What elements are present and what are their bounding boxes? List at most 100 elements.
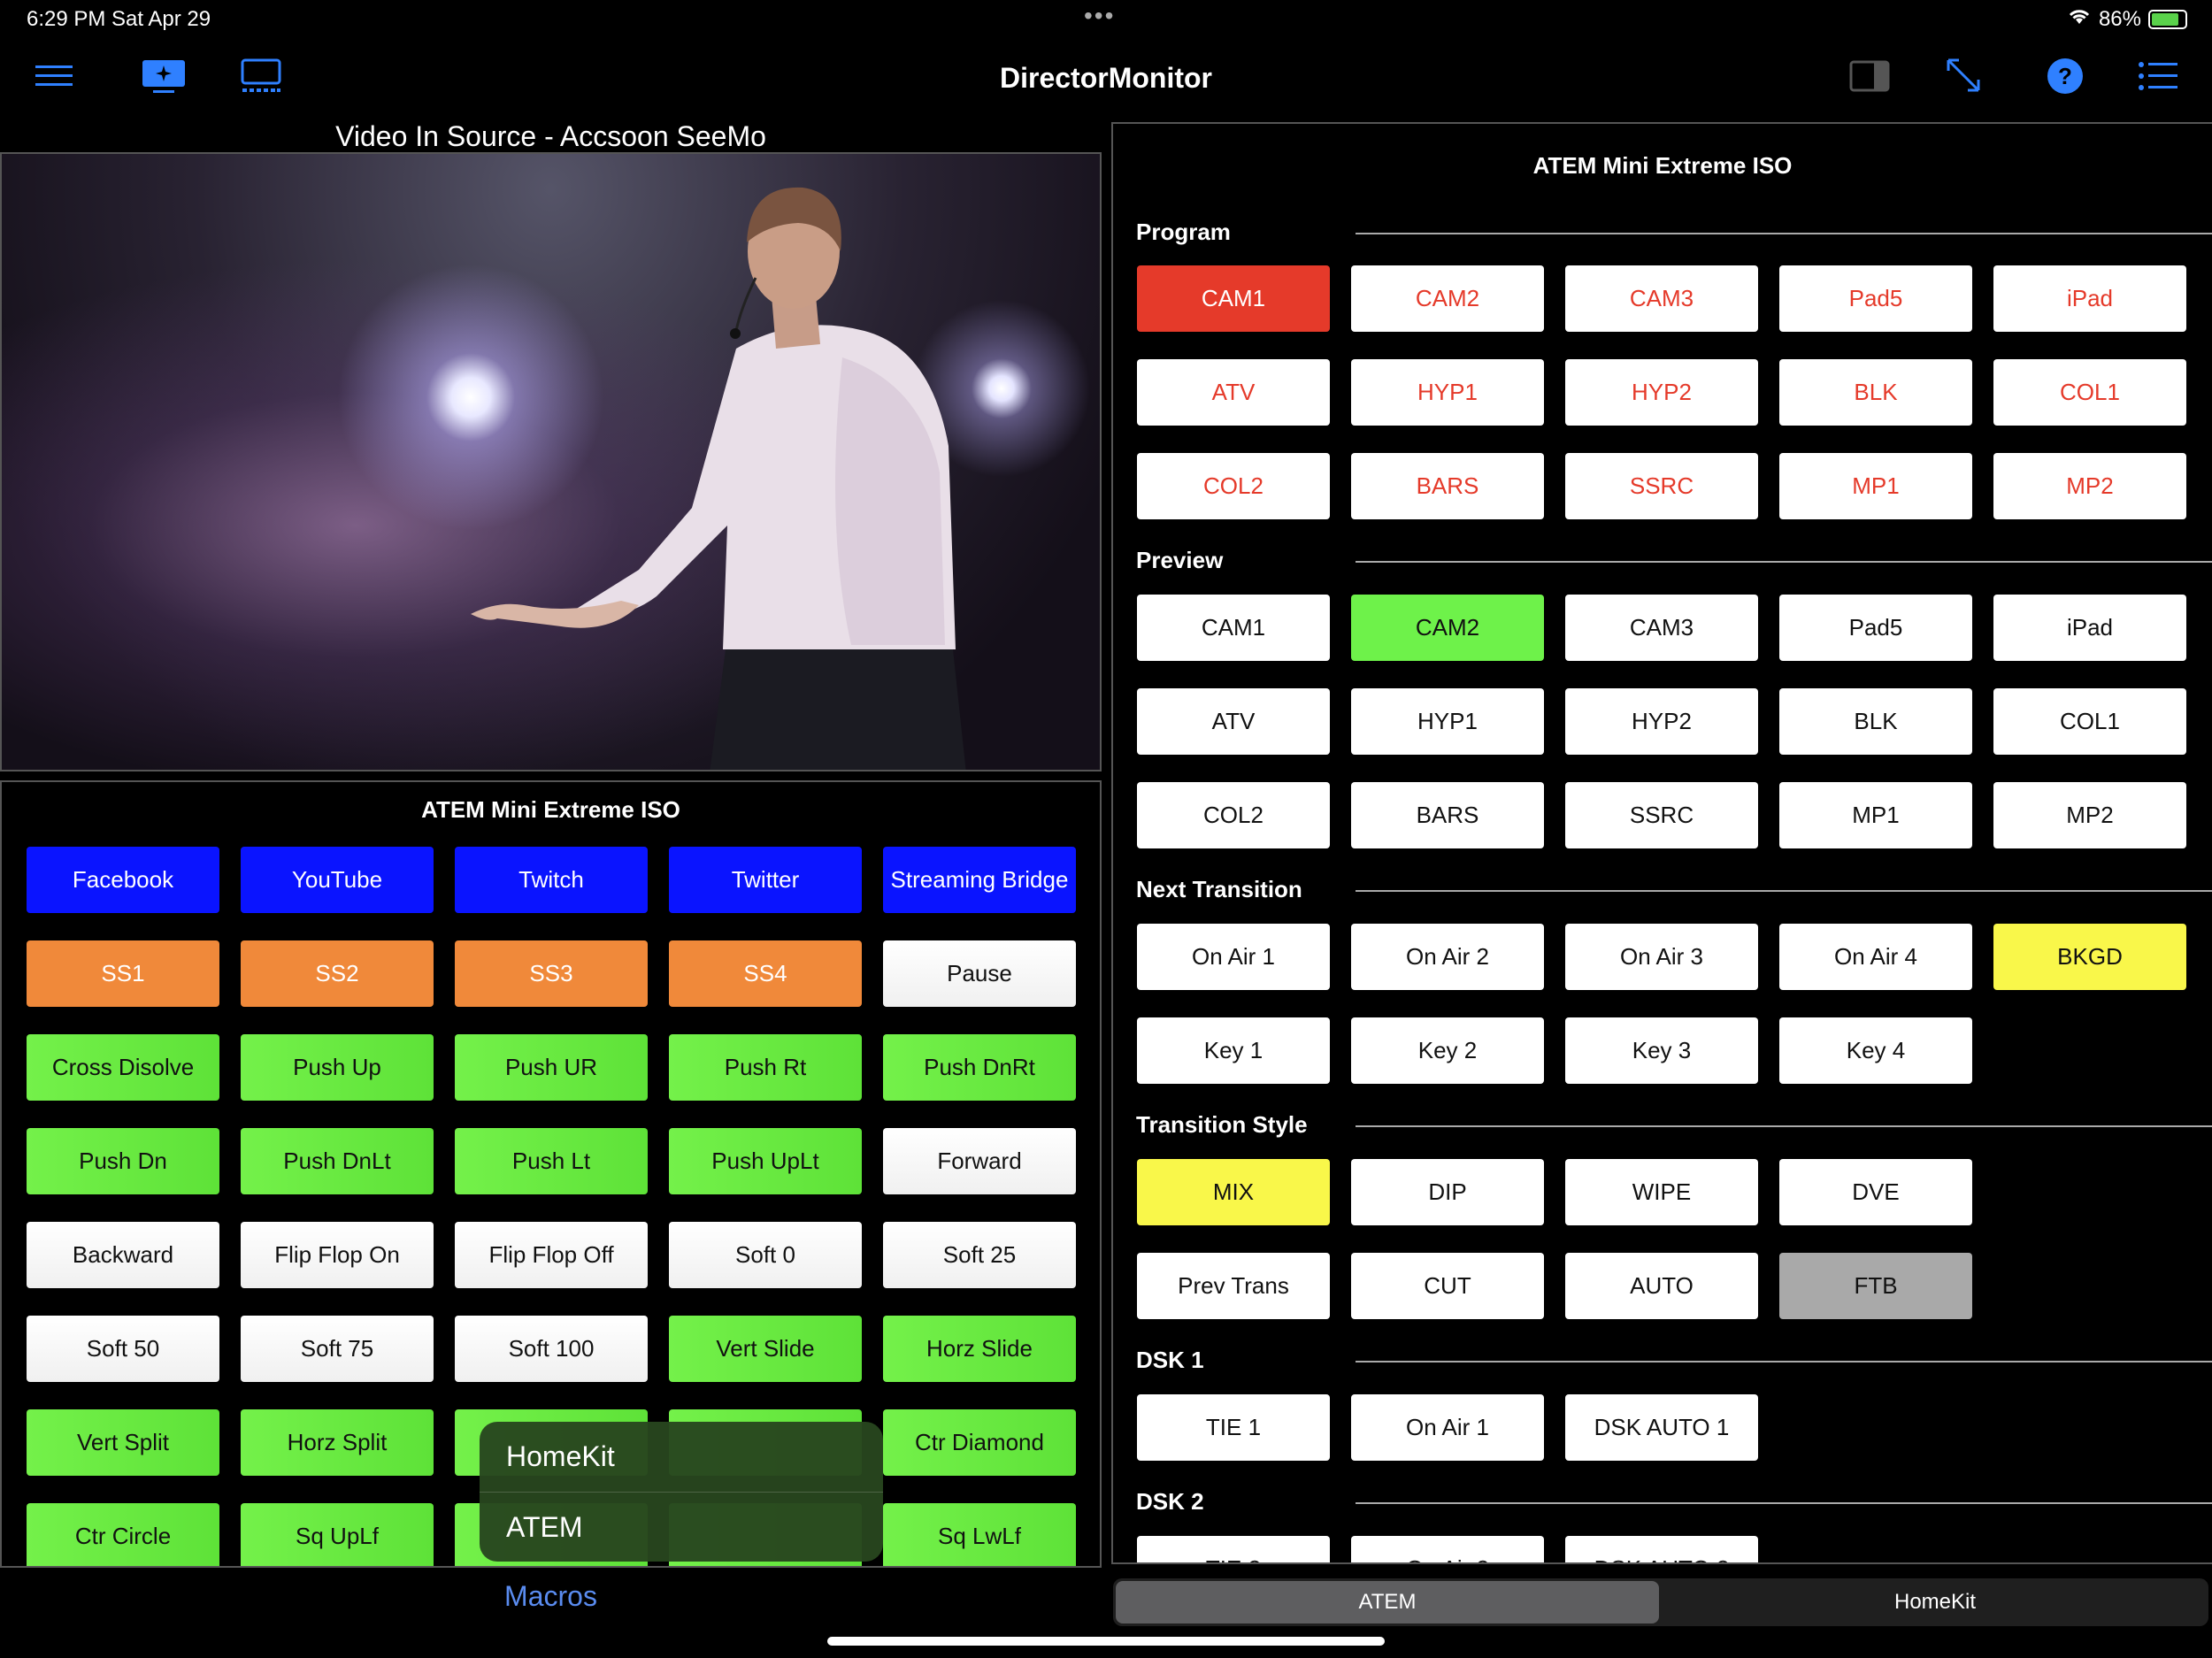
next-transition-button-on-air-3[interactable]: On Air 3 [1565,924,1758,990]
popup-item-atem[interactable]: ATEM [480,1492,883,1562]
macro-button-forward[interactable]: Forward [883,1128,1076,1194]
macro-button-vert-split[interactable]: Vert Split [27,1409,219,1476]
program-button-col2[interactable]: COL2 [1137,453,1330,519]
macro-button-sq-uplf[interactable]: Sq UpLf [241,1503,434,1566]
next-transition-button-key-3[interactable]: Key 3 [1565,1017,1758,1084]
preview-button-cam3[interactable]: CAM3 [1565,595,1758,661]
dsk-2-button-on-air-2[interactable]: On Air 2 [1351,1536,1544,1562]
preview-button-ssrc[interactable]: SSRC [1565,782,1758,848]
home-indicator[interactable] [827,1637,1385,1646]
macro-button-push-lt[interactable]: Push Lt [455,1128,648,1194]
transition-style-button-prev-trans[interactable]: Prev Trans [1137,1253,1330,1319]
macro-button-horz-slide[interactable]: Horz Slide [883,1316,1076,1382]
dsk-1-button-on-air-1[interactable]: On Air 1 [1351,1394,1544,1461]
preview-button-mp2[interactable]: MP2 [1993,782,2186,848]
preview-button-col2[interactable]: COL2 [1137,782,1330,848]
tab-homekit[interactable]: HomeKit [1664,1581,2206,1623]
program-button-mp1[interactable]: MP1 [1779,453,1972,519]
macro-button-horz-split[interactable]: Horz Split [241,1409,434,1476]
macro-button-ss3[interactable]: SS3 [455,940,648,1007]
macro-button-push-ur[interactable]: Push UR [455,1034,648,1101]
multitasking-dots[interactable]: ••• [1084,2,1115,30]
video-preview[interactable] [0,152,1102,771]
transition-style-button-cut[interactable]: CUT [1351,1253,1544,1319]
macro-button-soft-25[interactable]: Soft 25 [883,1222,1076,1288]
dsk-2-button-dsk-auto-2[interactable]: DSK AUTO 2 [1565,1536,1758,1562]
next-transition-button-on-air-1[interactable]: On Air 1 [1137,924,1330,990]
transition-style-button-wipe[interactable]: WIPE [1565,1159,1758,1225]
macros-button[interactable]: Macros [0,1580,1102,1613]
dsk-2-button-tie-2[interactable]: TIE 2 [1137,1536,1330,1562]
macro-button-soft-0[interactable]: Soft 0 [669,1222,862,1288]
program-button-ipad[interactable]: iPad [1993,265,2186,332]
program-button-atv[interactable]: ATV [1137,359,1330,426]
popup-item-homekit[interactable]: HomeKit [480,1422,883,1492]
macro-button-flip-flop-on[interactable]: Flip Flop On [241,1222,434,1288]
preview-button-hyp1[interactable]: HYP1 [1351,688,1544,755]
program-button-col1[interactable]: COL1 [1993,359,2186,426]
preview-button-cam1[interactable]: CAM1 [1137,595,1330,661]
next-transition-button-key-1[interactable]: Key 1 [1137,1017,1330,1084]
macro-button-streaming-bridge[interactable]: Streaming Bridge [883,847,1076,913]
macro-button-youtube[interactable]: YouTube [241,847,434,913]
macro-button-backward[interactable]: Backward [27,1222,219,1288]
macro-button-cross-disolve[interactable]: Cross Disolve [27,1034,219,1101]
macro-button-facebook[interactable]: Facebook [27,847,219,913]
macro-button-ctr-circle[interactable]: Ctr Circle [27,1503,219,1566]
macro-button-push-uplt[interactable]: Push UpLt [669,1128,862,1194]
transition-style-button-ftb[interactable]: FTB [1779,1253,1972,1319]
macro-button-vert-slide[interactable]: Vert Slide [669,1316,862,1382]
next-transition-button-bkgd[interactable]: BKGD [1993,924,2186,990]
program-button-blk[interactable]: BLK [1779,359,1972,426]
macro-button-sq-lwlf[interactable]: Sq LwLf [883,1503,1076,1566]
macro-button-soft-50[interactable]: Soft 50 [27,1316,219,1382]
macro-button-ss1[interactable]: SS1 [27,940,219,1007]
preview-button-pad5[interactable]: Pad5 [1779,595,1972,661]
program-button-bars[interactable]: BARS [1351,453,1544,519]
program-button-cam3[interactable]: CAM3 [1565,265,1758,332]
program-button-cam2[interactable]: CAM2 [1351,265,1544,332]
transition-style-button-dip[interactable]: DIP [1351,1159,1544,1225]
preview-button-ipad[interactable]: iPad [1993,595,2186,661]
dsk-1-button-tie-1[interactable]: TIE 1 [1137,1394,1330,1461]
macro-button-ss4[interactable]: SS4 [669,940,862,1007]
next-transition-button-key-2[interactable]: Key 2 [1351,1017,1544,1084]
macro-button-push-rt[interactable]: Push Rt [669,1034,862,1101]
preview-button-hyp2[interactable]: HYP2 [1565,688,1758,755]
next-transition-button-on-air-2[interactable]: On Air 2 [1351,924,1544,990]
transition-style-button-auto[interactable]: AUTO [1565,1253,1758,1319]
expand-icon[interactable] [1943,55,1984,96]
next-transition-button-key-4[interactable]: Key 4 [1779,1017,1972,1084]
preview-button-cam2[interactable]: CAM2 [1351,595,1544,661]
macro-button-ss2[interactable]: SS2 [241,940,434,1007]
program-button-hyp2[interactable]: HYP2 [1565,359,1758,426]
macro-button-twitch[interactable]: Twitch [455,847,648,913]
preview-button-col1[interactable]: COL1 [1993,688,2186,755]
macro-button-push-dnlt[interactable]: Push DnLt [241,1128,434,1194]
macro-button-twitter[interactable]: Twitter [669,847,862,913]
next-transition-button-on-air-4[interactable]: On Air 4 [1779,924,1972,990]
macro-button-pause[interactable]: Pause [883,940,1076,1007]
preview-button-atv[interactable]: ATV [1137,688,1330,755]
split-view-icon[interactable] [1847,58,1892,94]
program-button-ssrc[interactable]: SSRC [1565,453,1758,519]
program-button-hyp1[interactable]: HYP1 [1351,359,1544,426]
macro-button-flip-flop-off[interactable]: Flip Flop Off [455,1222,648,1288]
help-icon[interactable]: ? [2046,57,2085,96]
transition-style-button-dve[interactable]: DVE [1779,1159,1972,1225]
dsk-1-button-dsk-auto-1[interactable]: DSK AUTO 1 [1565,1394,1758,1461]
program-button-cam1[interactable]: CAM1 [1137,265,1330,332]
preview-button-bars[interactable]: BARS [1351,782,1544,848]
macro-button-push-dn[interactable]: Push Dn [27,1128,219,1194]
transition-style-button-mix[interactable]: MIX [1137,1159,1330,1225]
macro-button-push-up[interactable]: Push Up [241,1034,434,1101]
macro-button-soft-75[interactable]: Soft 75 [241,1316,434,1382]
tab-atem[interactable]: ATEM [1116,1581,1659,1623]
macro-button-push-dnrt[interactable]: Push DnRt [883,1034,1076,1101]
list-icon[interactable] [2138,58,2178,94]
macro-button-ctr-diamond[interactable]: Ctr Diamond [883,1409,1076,1476]
preview-button-blk[interactable]: BLK [1779,688,1972,755]
preview-button-mp1[interactable]: MP1 [1779,782,1972,848]
program-button-pad5[interactable]: Pad5 [1779,265,1972,332]
macro-button-soft-100[interactable]: Soft 100 [455,1316,648,1382]
